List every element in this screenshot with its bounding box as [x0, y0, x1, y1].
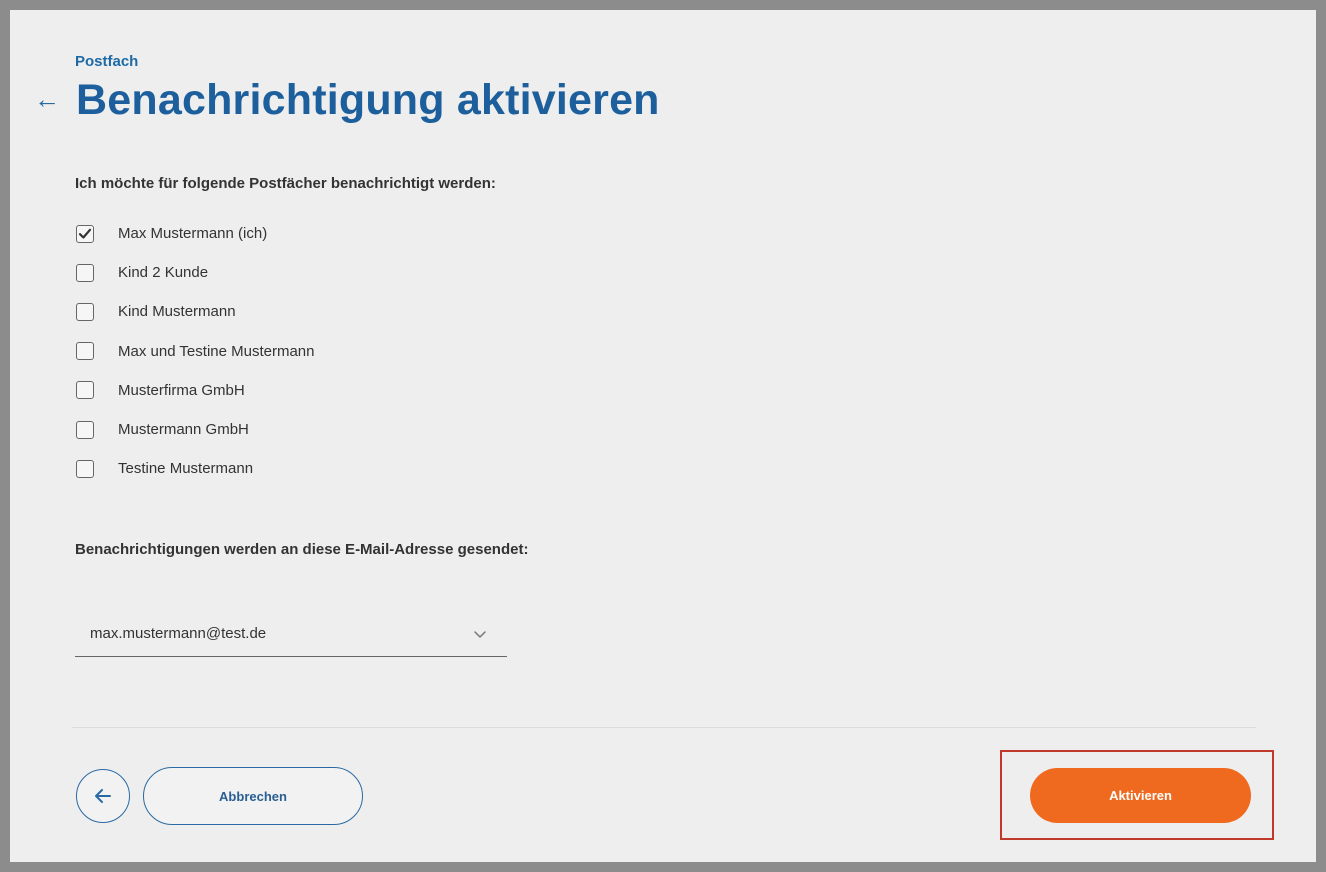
checkbox-label: Max Mustermann (ich) — [118, 225, 268, 243]
mailbox-checkbox-item[interactable]: Musterfirma GmbH — [76, 371, 315, 410]
mailbox-checkbox-item[interactable]: Max Mustermann (ich) — [76, 214, 315, 253]
arrow-left-icon — [95, 789, 111, 803]
back-button[interactable] — [76, 769, 130, 823]
email-selected-value: max.mustermann@test.de — [90, 625, 267, 642]
checkbox[interactable] — [76, 420, 94, 439]
checkbox-label: Kind Mustermann — [118, 303, 236, 321]
mailbox-checkbox-item[interactable]: Kind Mustermann — [76, 292, 315, 331]
email-select[interactable]: max.mustermann@test.de — [75, 613, 507, 657]
mailbox-checkbox-item[interactable]: Max und Testine Mustermann — [76, 332, 315, 371]
checkbox-label: Testine Mustermann — [118, 460, 254, 478]
activate-button[interactable]: Aktivieren — [1030, 768, 1251, 823]
checkbox-label: Max und Testine Mustermann — [118, 342, 315, 360]
footer-divider — [72, 727, 1256, 728]
checkbox[interactable] — [76, 459, 94, 478]
checkmark-icon — [78, 228, 92, 239]
checkbox[interactable] — [76, 224, 94, 243]
mailbox-checkbox-list: Max Mustermann (ich) Kind 2 Kunde Kind M… — [76, 214, 315, 488]
mailbox-section-label: Ich möchte für folgende Postfächer benac… — [75, 175, 496, 192]
checkbox-label: Mustermann GmbH — [118, 421, 249, 439]
mailbox-checkbox-item[interactable]: Testine Mustermann — [76, 449, 315, 488]
checkbox-label: Kind 2 Kunde — [118, 264, 209, 282]
mailbox-checkbox-item[interactable]: Kind 2 Kunde — [76, 253, 315, 292]
checkbox[interactable] — [76, 342, 94, 361]
checkbox-label: Musterfirma GmbH — [118, 381, 245, 399]
arrow-left-icon[interactable]: ← — [34, 86, 60, 112]
page-title: Benachrichtigung aktivieren — [76, 76, 660, 124]
checkbox[interactable] — [76, 302, 94, 321]
checkbox[interactable] — [76, 381, 94, 400]
breadcrumb[interactable]: Postfach — [75, 53, 138, 70]
page-content: Postfach ← Benachrichtigung aktivieren I… — [10, 10, 1316, 862]
checkbox[interactable] — [76, 263, 94, 282]
cancel-button[interactable]: Abbrechen — [143, 767, 363, 825]
mailbox-checkbox-item[interactable]: Mustermann GmbH — [76, 410, 315, 449]
chevron-down-icon — [474, 631, 486, 638]
email-section-label: Benachrichtigungen werden an diese E-Mai… — [75, 541, 529, 558]
